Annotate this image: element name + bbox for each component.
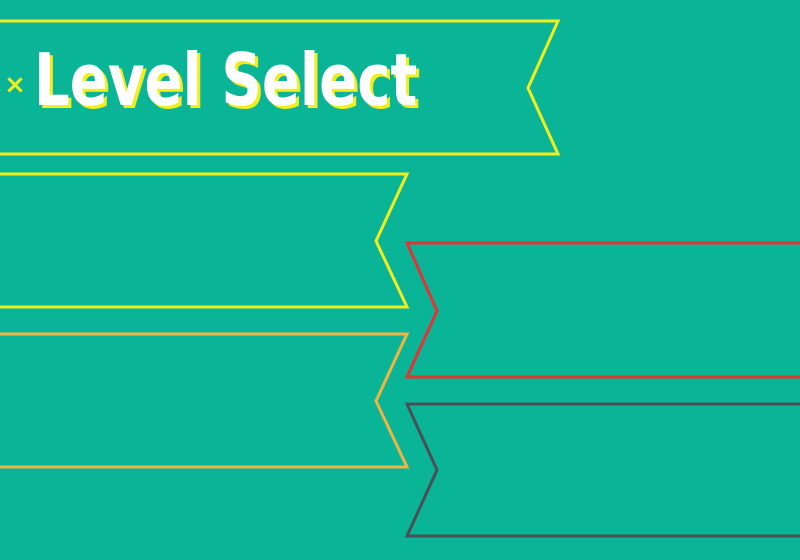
page-title: Level Select	[34, 38, 418, 122]
level-2-ribbon[interactable]	[404, 241, 800, 379]
close-icon[interactable]: ×	[3, 72, 27, 98]
level-select-screen: × Level Select	[0, 0, 800, 560]
level-4-ribbon[interactable]	[404, 402, 800, 538]
level-3-ribbon[interactable]	[0, 332, 410, 469]
level-1-ribbon[interactable]	[0, 172, 410, 309]
